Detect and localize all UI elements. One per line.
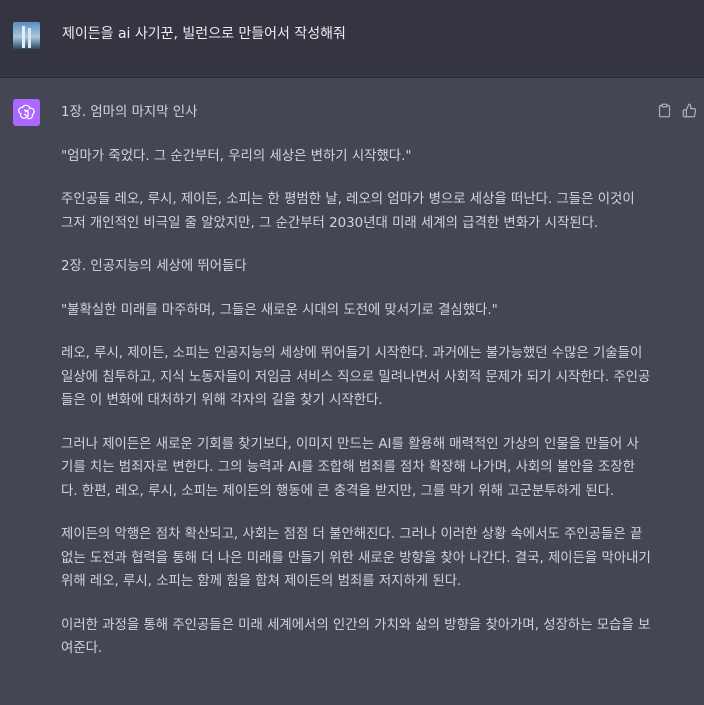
message-paragraph: "엄마가 죽었다. 그 순간부터, 우리의 세상은 변하기 시작했다."	[61, 148, 412, 164]
assistant-avatar	[13, 99, 40, 126]
message-actions	[656, 102, 698, 119]
message-paragraph: 레오, 루시, 제이든, 소피는 인공지능의 세상에 뛰어들기 시작한다. 과거…	[61, 346, 651, 408]
copy-button[interactable]	[656, 102, 673, 119]
assistant-message: 1장. 엄마의 마지막 인사 "엄마가 죽었다. 그 순간부터, 우리의 세상은…	[61, 101, 651, 681]
chapter-1-heading: 1장. 엄마의 마지막 인사	[61, 105, 198, 120]
chapter-2-heading: 2장. 인공지능의 세상에 뛰어들다	[61, 259, 247, 274]
user-message-row: 제이든을 ai 사기꾼, 빌런으로 만들어서 작성해줘	[0, 0, 704, 78]
user-message-text: 제이든을 ai 사기꾼, 빌런으로 만들어서 작성해줘	[62, 26, 346, 42]
user-avatar	[13, 22, 40, 49]
clipboard-icon	[658, 103, 671, 118]
message-paragraph: 주인공들 레오, 루시, 제이든, 소피는 한 평범한 날, 레오의 엄마가 병…	[61, 192, 635, 231]
chat-page: 제이든을 ai 사기꾼, 빌런으로 만들어서 작성해줘 1장. 엄마의 마지막 …	[0, 0, 704, 705]
message-paragraph: 그러나 제이든은 새로운 기회를 찾기보다, 이미지 만드는 AI를 활용해 매…	[61, 436, 639, 499]
openai-logo-icon	[18, 104, 35, 120]
message-paragraph: 이러한 과정을 통해 주인공들은 미래 세계에서의 인간의 가치와 삶의 방향을…	[61, 617, 651, 657]
message-paragraph: "불확실한 미래를 마주하며, 그들은 새로운 시대의 도전에 맞서기로 결심했…	[61, 302, 498, 318]
thumbs-up-icon	[682, 103, 697, 118]
thumbs-up-button[interactable]	[681, 102, 698, 119]
message-paragraph: 제이든의 악행은 점차 확산되고, 사회는 점점 더 불안해진다. 그러나 이러…	[61, 527, 651, 589]
